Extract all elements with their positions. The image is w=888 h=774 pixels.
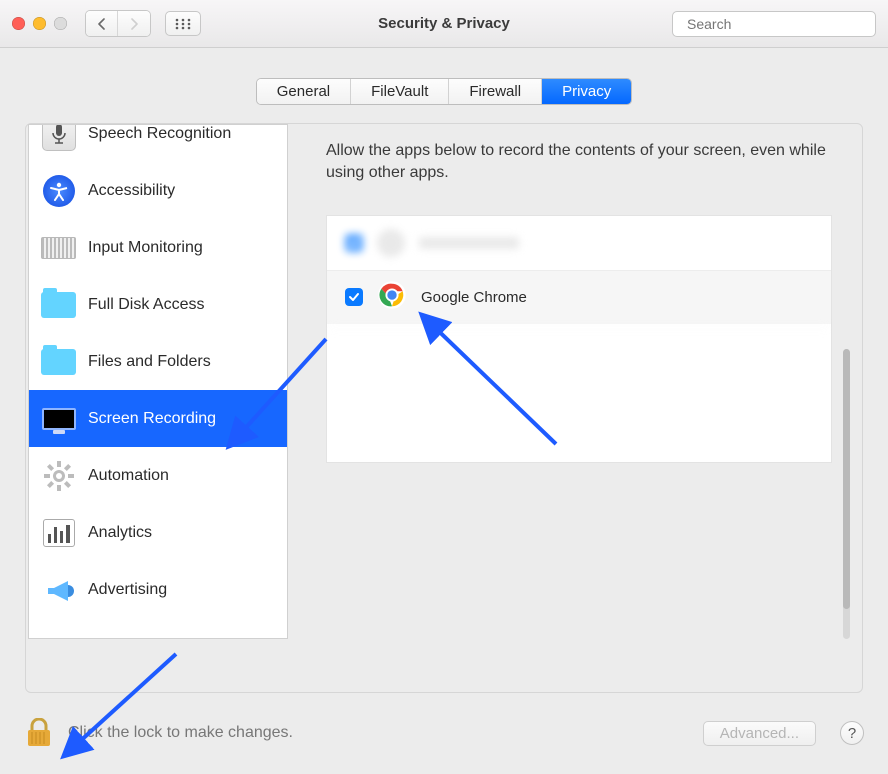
content: Speech Recognition Accessibility Input M…: [26, 124, 862, 692]
nav-buttons: [85, 10, 151, 37]
minimize-icon[interactable]: [33, 17, 46, 30]
bar-chart-icon: [41, 515, 76, 550]
advanced-button[interactable]: Advanced...: [703, 721, 816, 746]
sidebar-item-accessibility[interactable]: Accessibility: [29, 162, 287, 219]
search-field[interactable]: [672, 11, 876, 37]
sidebar-item-speech-recognition[interactable]: Speech Recognition: [29, 124, 287, 162]
sidebar-item-label: Input Monitoring: [88, 239, 203, 257]
sidebar-item-input-monitoring[interactable]: Input Monitoring: [29, 219, 287, 276]
scrollbar-thumb[interactable]: [843, 349, 850, 609]
sidebar-item-label: Screen Recording: [88, 410, 216, 428]
sidebar-item-screen-recording[interactable]: Screen Recording: [29, 390, 287, 447]
sidebar-item-analytics[interactable]: Analytics: [29, 504, 287, 561]
sidebar-wrap: Speech Recognition Accessibility Input M…: [26, 124, 306, 692]
gear-icon: [41, 458, 76, 493]
back-button[interactable]: [86, 11, 118, 36]
close-icon[interactable]: [12, 17, 25, 30]
tab-label: Firewall: [469, 83, 521, 100]
tab-label: Privacy: [562, 83, 611, 100]
sidebar-item-advertising[interactable]: Advertising: [29, 561, 287, 618]
help-label: ?: [848, 725, 856, 742]
sidebar-item-automation[interactable]: Automation: [29, 447, 287, 504]
lock-button[interactable]: [24, 717, 54, 749]
tab-firewall[interactable]: Firewall: [449, 79, 542, 104]
forward-button[interactable]: [118, 11, 150, 36]
accessibility-icon: [41, 173, 76, 208]
tabs-segmented: General FileVault Firewall Privacy: [256, 78, 633, 105]
lock-hint-text: Click the lock to make changes.: [68, 724, 293, 742]
help-button[interactable]: ?: [840, 721, 864, 745]
show-all-button[interactable]: [165, 11, 201, 36]
search-input[interactable]: [687, 16, 868, 32]
sidebar-item-label: Files and Folders: [88, 353, 211, 371]
sidebar-item-label: Accessibility: [88, 182, 175, 200]
microphone-icon: [41, 124, 76, 151]
sidebar-item-label: Analytics: [88, 524, 152, 542]
window-title: Security & Privacy: [378, 15, 510, 32]
sidebar-item-label: Full Disk Access: [88, 296, 204, 314]
tab-label: FileVault: [371, 83, 428, 100]
detail-pane: Allow the apps below to record the conte…: [306, 124, 862, 692]
app-row-google-chrome[interactable]: Google Chrome: [327, 270, 831, 324]
folder-icon: [41, 344, 76, 379]
tab-filevault[interactable]: FileVault: [351, 79, 449, 104]
titlebar: Security & Privacy: [0, 0, 888, 48]
app-row-blurred: [327, 216, 831, 270]
chrome-icon: [377, 280, 407, 314]
sidebar[interactable]: Speech Recognition Accessibility Input M…: [28, 124, 288, 639]
footer: Click the lock to make changes. Advanced…: [24, 717, 864, 749]
tabs-container: General FileVault Firewall Privacy: [0, 48, 888, 123]
sidebar-item-label: Automation: [88, 467, 169, 485]
app-list: Google Chrome: [326, 215, 832, 463]
main-panel: Speech Recognition Accessibility Input M…: [25, 123, 863, 693]
checkbox-google-chrome[interactable]: [345, 288, 363, 306]
monitor-icon: [41, 401, 76, 436]
sidebar-list: Speech Recognition Accessibility Input M…: [29, 124, 287, 618]
sidebar-item-label: Speech Recognition: [88, 125, 231, 143]
sidebar-item-label: Advertising: [88, 581, 167, 599]
app-row-blurred: [327, 324, 831, 412]
sidebar-item-full-disk-access[interactable]: Full Disk Access: [29, 276, 287, 333]
advanced-label: Advanced...: [720, 725, 799, 742]
tab-general[interactable]: General: [257, 79, 351, 104]
keyboard-icon: [41, 230, 76, 265]
tab-privacy[interactable]: Privacy: [542, 79, 631, 104]
maximize-icon: [54, 17, 67, 30]
checkbox-icon: [345, 234, 363, 252]
tab-label: General: [277, 83, 330, 100]
megaphone-icon: [41, 572, 76, 607]
folder-icon: [41, 287, 76, 322]
app-name-label: Google Chrome: [421, 289, 527, 306]
window-controls: [12, 17, 67, 30]
detail-description: Allow the apps below to record the conte…: [326, 140, 832, 185]
sidebar-item-files-and-folders[interactable]: Files and Folders: [29, 333, 287, 390]
